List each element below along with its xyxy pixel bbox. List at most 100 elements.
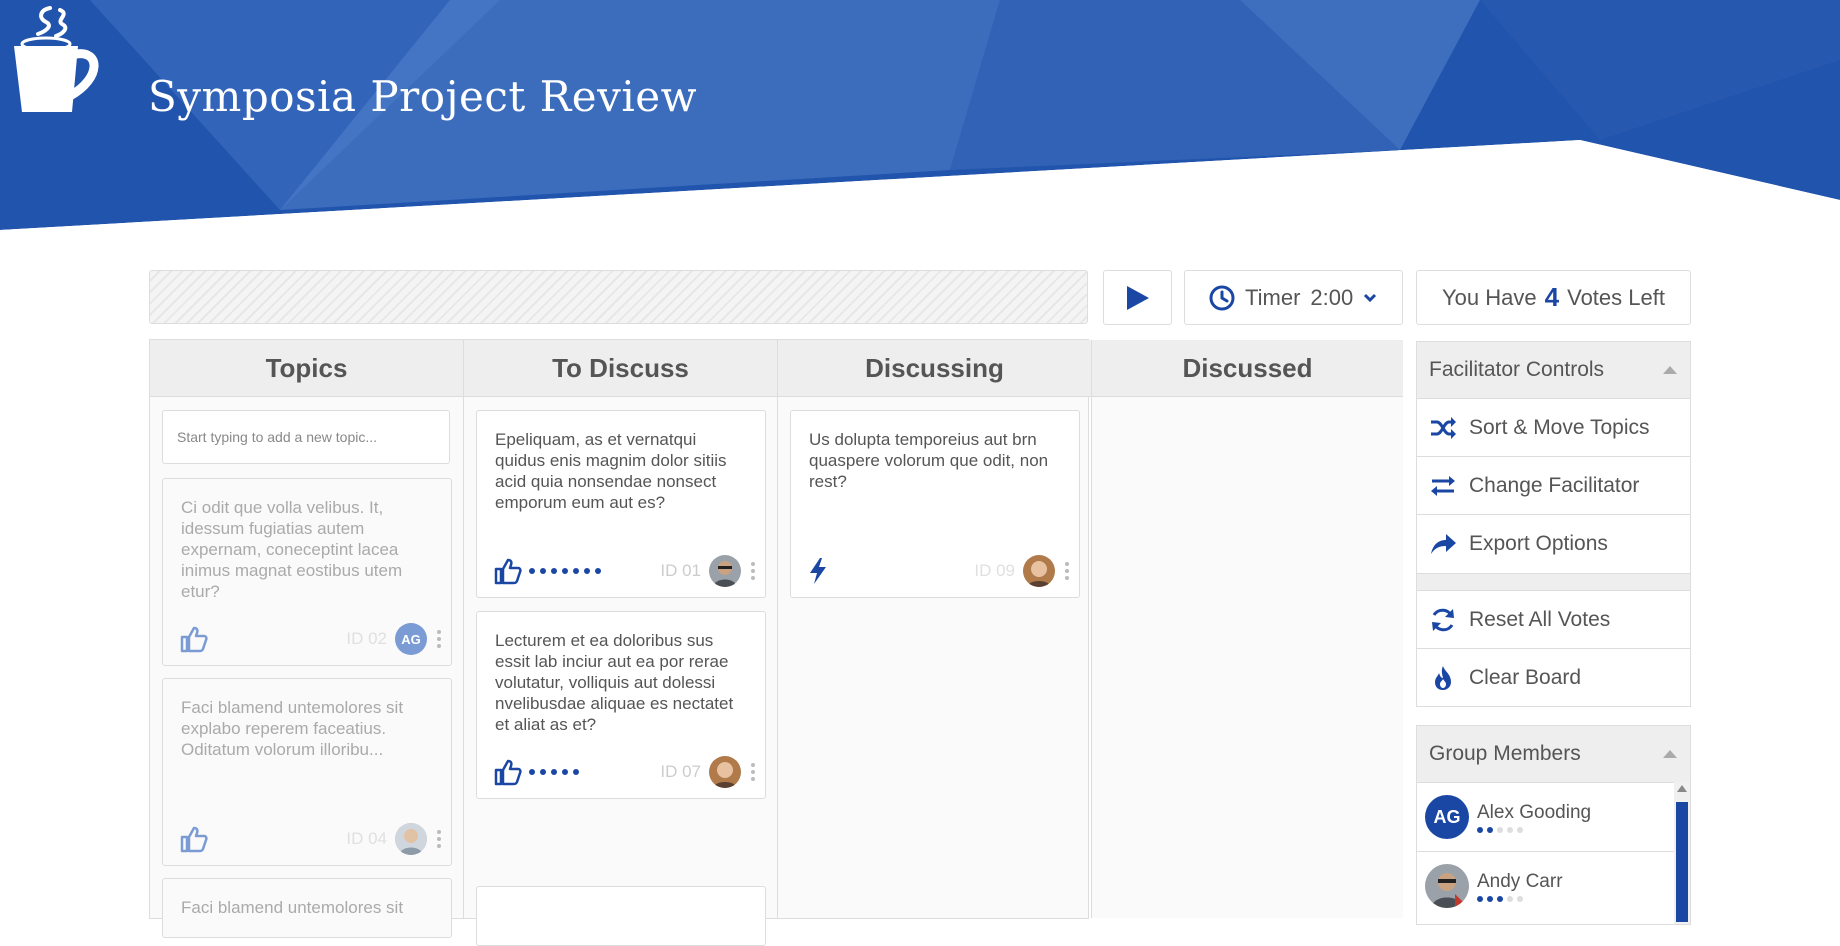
card-footer: ID 01 [493, 555, 757, 587]
column-topics: Topics Ci odit que volla velibus. It, id… [150, 340, 464, 938]
lightning-icon [810, 558, 826, 584]
clock-icon [1209, 285, 1235, 310]
more-options-icon[interactable] [435, 630, 443, 648]
thumbs-up-icon[interactable] [179, 624, 209, 654]
card-text: Ci odit que volla velibus. It, idessum f… [181, 498, 403, 601]
topic-card[interactable]: Lecturem et ea doloribus sus essit lab i… [476, 611, 766, 799]
progress-bar [149, 270, 1088, 324]
clear-board-button[interactable]: Clear Board [1417, 649, 1690, 706]
sort-move-topics-button[interactable]: Sort & Move Topics [1417, 399, 1690, 457]
card-id: ID 09 [974, 561, 1015, 580]
menu-item-label: Reset All Votes [1469, 607, 1611, 631]
chevron-down-icon [1364, 293, 1377, 302]
avatar: AG [395, 623, 427, 655]
export-options-button[interactable]: Export Options [1417, 515, 1690, 574]
user-photo-icon [1425, 864, 1469, 908]
play-icon [1126, 285, 1149, 310]
user-photo-icon [1023, 555, 1055, 587]
scroll-up-arrow-icon[interactable] [1677, 785, 1687, 792]
more-options-icon[interactable] [749, 562, 757, 580]
card-text: Us dolupta temporeius aut brn quaspere v… [809, 430, 1049, 491]
topic-card[interactable]: Faci blamend untemolores sit explabo rep… [162, 678, 452, 866]
timer-value: 2:00 [1310, 284, 1354, 310]
thumbs-up-icon[interactable] [493, 757, 523, 787]
scrollbar[interactable] [1674, 782, 1690, 924]
column-header: To Discuss [464, 340, 777, 397]
chevron-up-icon[interactable] [1662, 365, 1678, 375]
fire-icon [1435, 665, 1451, 690]
reset-all-votes-button[interactable]: Reset All Votes [1417, 591, 1690, 649]
card-id: ID 02 [346, 629, 387, 648]
vote-dots [529, 568, 601, 574]
avatar: AG [1425, 795, 1469, 839]
card-text: Lecturem et ea doloribus sus essit lab i… [495, 631, 734, 734]
divider [1417, 574, 1690, 591]
card-text: Epeliquam, as et vernatqui quidus enis m… [495, 430, 727, 512]
topic-card[interactable]: Us dolupta temporeius aut brn quaspere v… [790, 410, 1080, 598]
swap-icon [1431, 475, 1455, 496]
card-footer: ID 07 [493, 756, 757, 788]
column-to-discuss: To Discuss Epeliquam, as et vernatqui qu… [464, 340, 778, 946]
avatar [1023, 555, 1055, 587]
refresh-icon [1432, 608, 1454, 631]
card-text: Faci blamend untemolores sit [181, 898, 404, 917]
menu-item-label: Export Options [1469, 532, 1608, 555]
topic-card[interactable]: Ci odit que volla velibus. It, idessum f… [162, 478, 452, 666]
kanban-board: Topics Ci odit que volla velibus. It, id… [149, 339, 1403, 946]
menu-item-label: Change Facilitator [1469, 473, 1640, 497]
member-vote-dots [1477, 895, 1563, 902]
user-photo-icon [709, 555, 741, 587]
facilitator-controls-header[interactable]: Facilitator Controls [1417, 342, 1690, 399]
topic-card[interactable] [476, 886, 766, 946]
page-header: Symposia Project Review [0, 0, 1840, 240]
column-discussing: Discussing Us dolupta temporeius aut brn… [778, 340, 1092, 918]
group-members-header[interactable]: Group Members [1417, 726, 1690, 783]
card-footer: ID 09 [807, 555, 1071, 587]
thumbs-up-icon[interactable] [493, 556, 523, 586]
votes-remaining: You Have 4 Votes Left [1416, 270, 1691, 325]
topic-card[interactable]: Epeliquam, as et vernatqui quidus enis m… [476, 410, 766, 598]
member-name: Alex Gooding [1477, 801, 1592, 823]
panel-title: Facilitator Controls [1429, 358, 1605, 381]
share-icon [1431, 534, 1456, 554]
group-members-panel: Group Members AG Alex Gooding Andy Carr [1416, 725, 1691, 925]
card-id: ID 01 [660, 561, 701, 580]
card-id: ID 04 [346, 829, 387, 848]
avatar [395, 823, 427, 855]
column-header: Discussed [1092, 340, 1403, 397]
chevron-up-icon[interactable] [1662, 749, 1678, 759]
play-button[interactable] [1103, 270, 1172, 325]
timer-dropdown[interactable]: Timer 2:00 [1184, 270, 1403, 325]
more-options-icon[interactable] [749, 763, 757, 781]
votes-count: 4 [1544, 282, 1560, 312]
thumbs-up-icon[interactable] [179, 824, 209, 854]
member-row[interactable]: Andy Carr [1417, 852, 1690, 920]
new-topic-input[interactable] [162, 410, 450, 464]
coffee-cup-icon [14, 6, 99, 112]
votes-suffix: Votes Left [1567, 284, 1665, 310]
change-facilitator-button[interactable]: Change Facilitator [1417, 457, 1690, 515]
avatar [709, 756, 741, 788]
more-options-icon[interactable] [435, 830, 443, 848]
member-vote-dots [1477, 826, 1591, 833]
facilitator-controls-panel: Facilitator Controls Sort & Move Topics … [1416, 341, 1691, 707]
avatar [709, 555, 741, 587]
menu-item-label: Sort & Move Topics [1469, 415, 1650, 439]
panel-title: Group Members [1429, 742, 1581, 765]
votes-prefix: You Have [1442, 284, 1537, 310]
column-header: Discussing [778, 340, 1091, 397]
member-name: Andy Carr [1477, 870, 1563, 892]
column-discussed: Discussed [1092, 340, 1403, 918]
topic-card[interactable]: Faci blamend untemolores sit [162, 878, 452, 938]
user-photo-icon [395, 823, 427, 855]
member-row[interactable]: AG Alex Gooding [1417, 783, 1690, 852]
card-text: Faci blamend untemolores sit explabo rep… [181, 698, 404, 759]
timer-label: Timer [1245, 284, 1301, 310]
card-footer: ID 04 [179, 823, 443, 855]
app-title: Symposia Project Review [148, 72, 698, 121]
scroll-thumb[interactable] [1676, 802, 1688, 922]
card-id: ID 07 [660, 762, 701, 781]
more-options-icon[interactable] [1063, 562, 1071, 580]
vote-dots [529, 769, 579, 775]
user-photo-icon [709, 756, 741, 788]
